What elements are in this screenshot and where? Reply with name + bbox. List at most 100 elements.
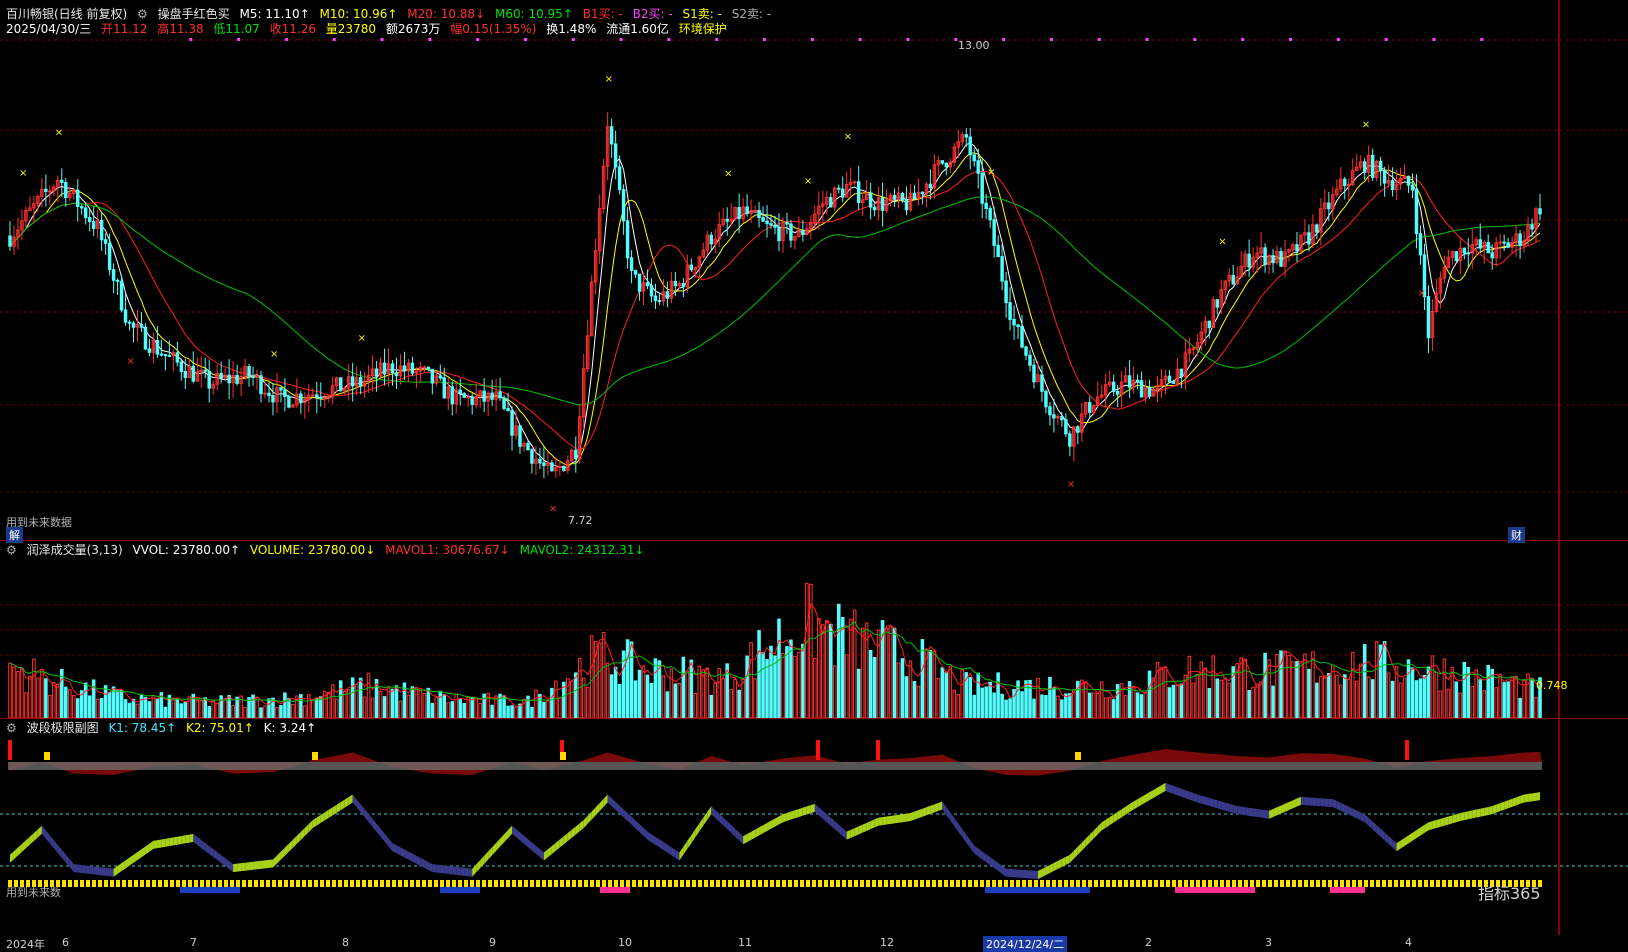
osc-rise-segment [1440,817,1445,827]
volume-panel-divider[interactable] [0,718,1628,719]
osc-fall-segment [93,866,98,875]
volume-bar-down [103,685,108,719]
volume-bar-up [1438,690,1443,719]
strip-cell [1040,880,1044,887]
strip-cell [536,880,540,887]
strip-cell [542,880,546,887]
osc-rise-segment [141,846,146,858]
strip-cell [518,880,522,887]
date-axis[interactable] [0,935,1628,952]
strip-cell [896,880,900,887]
osc-fall-segment [209,845,214,857]
volume-bar-down [1171,684,1176,719]
osc-fall-segment [651,834,656,845]
strip-cell [422,880,426,887]
month-label: 3 [1265,936,1272,949]
strip-cell [1472,880,1476,887]
candle-down [235,374,239,384]
strip-highlight [1330,887,1365,893]
strip-cell [236,880,240,887]
volume-bar-down [892,627,897,719]
strip-cell [638,880,642,887]
osc-fall-segment [376,823,381,837]
candle-down [984,202,988,210]
strip-cell [1388,880,1392,887]
volume-bar-down [649,682,654,719]
candle-down [1378,160,1383,171]
candle-up [1498,241,1502,244]
stock-chart[interactable]: × × × × × × × × × × × × × × × [0,0,1628,952]
strip-cell [926,880,930,887]
osc-rise-segment [149,840,154,852]
cai-badge[interactable]: 财 [1508,527,1525,543]
volume-bar-down [1422,674,1427,719]
strip-cell [452,880,456,887]
volume-bar-up [135,703,140,719]
osc-rise-segment [13,847,18,860]
osc-rise-segment [1089,830,1094,843]
strip-cell [590,880,594,887]
candle-down [837,187,841,190]
candle-down [1414,189,1419,235]
osc-rise-segment [1121,806,1126,818]
osc-rise-segment [1424,822,1429,833]
volume-indicator-name[interactable]: 润泽成交量(3,13) [27,543,123,557]
top-dot [954,38,958,41]
wave-gear-icon[interactable]: ⚙ [6,721,17,735]
strip-cell [1118,880,1122,887]
strip-cell [578,880,582,887]
stock-title[interactable]: 百川畅银(日线 前复权) [6,7,127,21]
low-price-mark: 7.72 [568,514,593,527]
volume-bar-down [856,668,861,719]
volume-bar-up [1283,650,1287,719]
osc-fall-segment [456,866,461,876]
volume-bar-up [1446,688,1451,719]
osc-fall-segment [89,865,94,875]
candle-down [920,191,925,195]
main-indicator-name[interactable]: 操盘手红色买 [158,7,230,21]
candle-down [87,217,92,222]
strip-cell [1166,880,1170,887]
volume-gear-icon[interactable]: ⚙ [6,543,17,557]
candle-down [1279,251,1283,267]
candle-down [107,242,112,271]
osc-fall-segment [834,821,839,833]
volume-bar-up [852,609,857,719]
osc-fall-segment [607,794,612,807]
osc-fall-segment [643,827,648,840]
strip-cell [608,880,612,887]
candle-down [681,283,686,288]
volume-bar-up [1175,684,1180,719]
osc-rise-segment [759,825,764,836]
candle-down [968,136,972,156]
osc-fall-segment [368,813,373,827]
main-panel-divider[interactable] [0,540,1628,541]
volume-bar-down [259,707,263,719]
candle-down [725,218,729,222]
volume-bar-up [52,681,56,719]
osc-rise-segment [767,820,772,832]
candle-down [526,443,530,451]
strip-cell [182,880,186,887]
osc-fall-segment [1018,869,1023,878]
volume-bar-down [394,685,399,719]
jie-badge[interactable]: 解 [6,527,23,543]
volume-bar-up [554,680,558,719]
wave-indicator-name[interactable]: 波段极限副图 [27,721,99,735]
volume-bar-down [470,697,474,719]
osc-fall-segment [1177,787,1182,797]
volume-bar-up [398,700,403,719]
osc-rise-segment [1101,819,1106,831]
strip-cell [386,880,390,887]
volume-bar-down [219,695,223,719]
candle-down [179,361,184,373]
quote-sector[interactable]: 环境保护 [679,22,727,36]
volume-bar-up [1319,675,1323,719]
strip-cell [224,880,228,887]
strip-cell [1328,880,1332,887]
strip-highlight [180,887,240,893]
strip-cell [302,880,306,887]
indicator-gear-icon[interactable]: ⚙ [137,7,148,21]
quote-float: 流通1.60亿 [606,22,669,36]
osc-fall-segment [631,816,636,829]
